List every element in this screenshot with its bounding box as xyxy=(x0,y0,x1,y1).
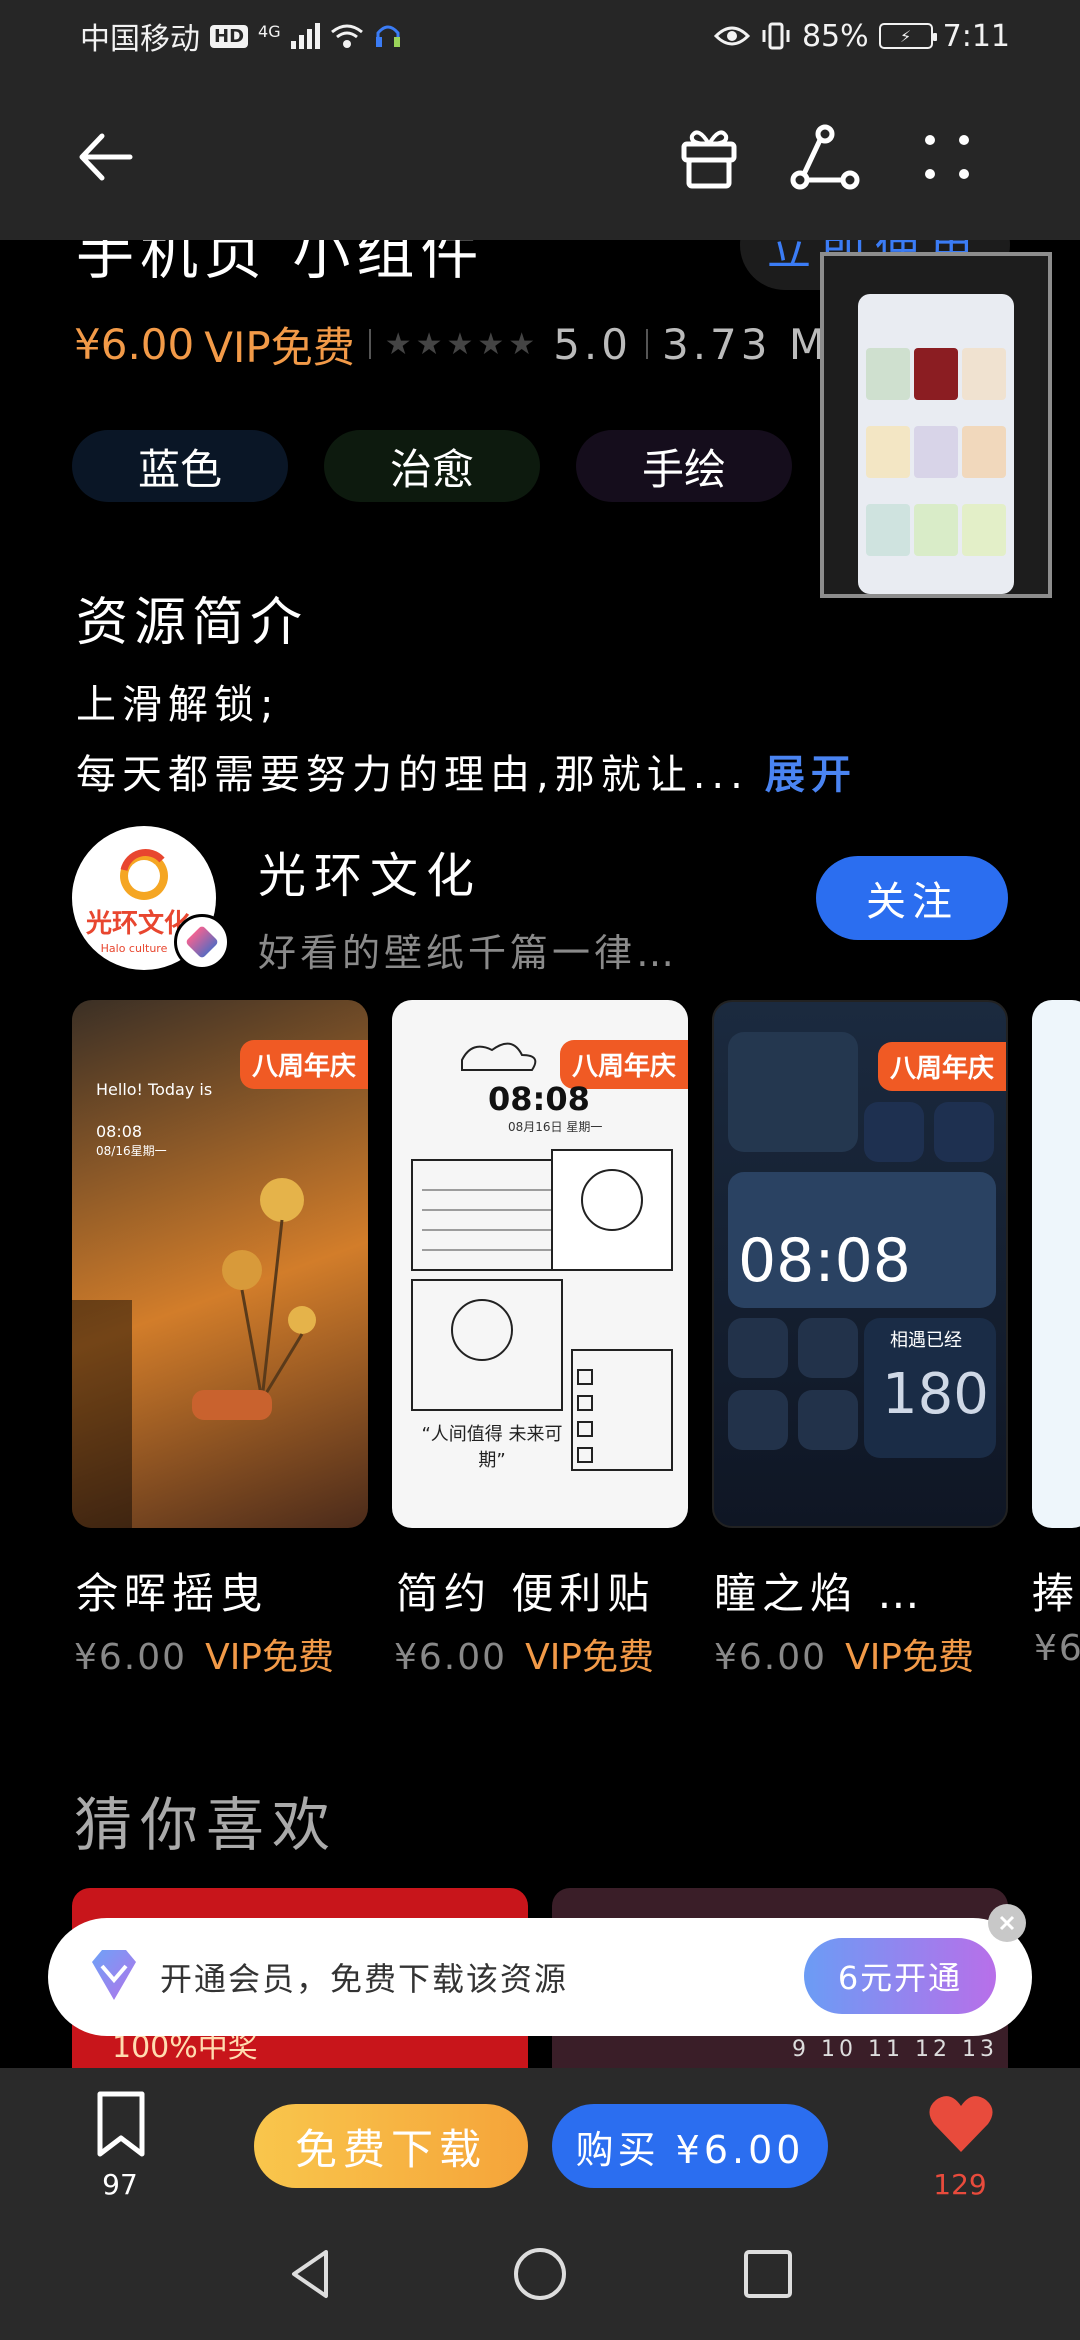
work-title-2: 简约 便利贴 xyxy=(396,1569,656,1618)
star-rating-icon: ★★★★★ xyxy=(384,326,540,362)
card-quote: “人间值得 未来可期” xyxy=(421,1424,563,1471)
app-bar xyxy=(0,72,1080,240)
bookmark-icon[interactable] xyxy=(94,2090,148,2160)
member-banner-text: 开通会员，免费下载该资源 xyxy=(160,1960,569,1998)
tag-blue[interactable]: 蓝色 xyxy=(72,430,288,502)
work-price-2: ¥6.00 VIP免费 xyxy=(394,1628,654,1680)
nav-recent-icon[interactable] xyxy=(736,2242,800,2306)
expand-link[interactable]: 展开 xyxy=(765,752,857,798)
work-price-3: ¥6.00 VIP免费 xyxy=(714,1628,974,1680)
logo-subtext: Halo culture xyxy=(101,942,168,955)
rating-value: 5.0 xyxy=(553,319,632,369)
card-time: 08:08 xyxy=(738,1226,911,1296)
intro-heading: 资源简介 xyxy=(76,593,309,653)
work-card-3[interactable]: 八周年庆 08:08 相遇已经 180 xyxy=(712,1000,1008,1528)
widget-tile xyxy=(864,1102,924,1162)
card-caption: 相遇已经 xyxy=(890,1330,962,1351)
follow-button[interactable]: 关注 xyxy=(816,856,1008,940)
vip-free-label: VIP免费 xyxy=(525,1637,655,1678)
divider xyxy=(645,329,648,359)
wifi-icon xyxy=(330,24,363,48)
vip-free-label: VIP免费 xyxy=(845,1637,975,1678)
price: ¥6.00 xyxy=(394,1637,508,1678)
intro-line-2: 每天都需要努力的理由,那就让... 展开 xyxy=(76,742,857,800)
card-greeting: Hello! Today is xyxy=(96,1080,213,1099)
clock: 7:11 xyxy=(942,18,1010,54)
more-icon[interactable] xyxy=(912,122,982,192)
price: ¥6 xyxy=(1034,1628,1080,1669)
vibrate-icon xyxy=(762,22,790,50)
work-title-4: 捧 xyxy=(1032,1569,1080,1618)
activate-member-button[interactable]: 6元开通 xyxy=(804,1938,996,2014)
battery-icon: ⚡ xyxy=(878,23,937,49)
intro-line-2-text: 每天都需要努力的理由,那就让... xyxy=(76,752,749,798)
preview-screen xyxy=(858,294,1014,594)
work-card-1[interactable]: 八周年庆 Hello! Today is 08:08 08/16星期一 xyxy=(72,1000,368,1528)
tag-healing[interactable]: 治愈 xyxy=(324,430,540,502)
author-description: 好看的壁纸千篇一律… xyxy=(258,931,679,975)
eye-icon xyxy=(713,26,750,46)
card-time: 08:08 xyxy=(96,1122,143,1141)
tag-handdrawn[interactable]: 手绘 xyxy=(576,430,792,502)
work-card-4[interactable] xyxy=(1032,1000,1080,1528)
intro-line-1: 上滑解锁; xyxy=(76,682,280,728)
widget-tile xyxy=(728,1318,788,1378)
widget-tile xyxy=(798,1318,858,1378)
signal-icon xyxy=(290,23,320,49)
status-bar: 中国移动 HD 4G 85% ⚡ 7:11 xyxy=(0,0,1080,72)
bookmark-count: 97 xyxy=(102,2168,138,2201)
card-number: 180 xyxy=(882,1362,989,1427)
headset-icon xyxy=(375,25,400,47)
anniversary-badge: 八周年庆 xyxy=(239,1040,368,1089)
anniversary-badge: 八周年庆 xyxy=(877,1042,1006,1091)
price: ¥6.00 xyxy=(714,1637,828,1678)
rose-illustration xyxy=(192,1178,316,1420)
widget-tile xyxy=(728,1032,858,1152)
verified-badge-icon xyxy=(174,914,230,970)
free-download-button[interactable]: 免费下载 xyxy=(254,2104,528,2188)
work-title-3: 瞳之焰 … xyxy=(714,1569,926,1618)
nav-home-icon[interactable] xyxy=(508,2242,572,2306)
share-icon[interactable] xyxy=(790,122,860,192)
floating-preview-window[interactable] xyxy=(820,252,1052,598)
member-banner[interactable]: 开通会员，免费下载该资源 6元开通 xyxy=(48,1918,1032,2036)
close-icon[interactable] xyxy=(988,1904,1026,1942)
carrier-label: 中国移动 xyxy=(80,22,200,57)
work-price-4: ¥6 xyxy=(1034,1628,1080,1669)
work-card-2[interactable]: 八周年庆 08:08 08月16日 星期一 “人间值得 未来可期” xyxy=(392,1000,688,1528)
gift-icon[interactable] xyxy=(674,122,744,192)
back-arrow-icon[interactable] xyxy=(70,122,140,192)
recommend-card-text: 9 10 11 12 13 14 15 xyxy=(792,2037,1008,2062)
widget-tile xyxy=(728,1390,788,1450)
resource-title: 手机页 小组件 xyxy=(76,240,485,287)
price: ¥6.00 xyxy=(74,319,195,369)
widget-tile xyxy=(798,1390,858,1450)
system-navigation-bar xyxy=(0,2216,1080,2340)
vip-free-label: VIP免费 xyxy=(204,322,355,372)
buy-button[interactable]: 购买 ¥6.00 xyxy=(552,2104,828,2188)
work-title-1: 余晖摇曳 xyxy=(76,1569,269,1618)
heart-icon[interactable] xyxy=(926,2092,996,2156)
diamond-icon xyxy=(92,1950,136,2000)
network-label: 4G xyxy=(258,22,281,41)
battery-percent: 85% xyxy=(801,18,869,54)
author-name[interactable]: 光环文化 xyxy=(258,836,482,906)
vip-free-label: VIP免费 xyxy=(205,1637,335,1678)
bottom-action-bar: 97 免费下载 购买 ¥6.00 129 xyxy=(0,2068,1080,2216)
hd-badge: HD xyxy=(210,24,249,48)
like-count: 129 xyxy=(933,2168,987,2201)
card-date: 08/16星期一 xyxy=(96,1144,167,1158)
nav-back-icon[interactable] xyxy=(280,2242,344,2306)
price-row: ¥6.00 VIP免费 ★★★★★ 5.0 3.73 MB xyxy=(74,314,862,374)
widget-tile xyxy=(934,1102,994,1162)
work-price-1: ¥6.00 VIP免费 xyxy=(74,1628,334,1680)
divider xyxy=(368,329,371,359)
silhouette-shape xyxy=(72,1300,132,1528)
price: ¥6.00 xyxy=(74,1637,188,1678)
recommend-heading: 猜你喜欢 xyxy=(74,1791,339,1859)
